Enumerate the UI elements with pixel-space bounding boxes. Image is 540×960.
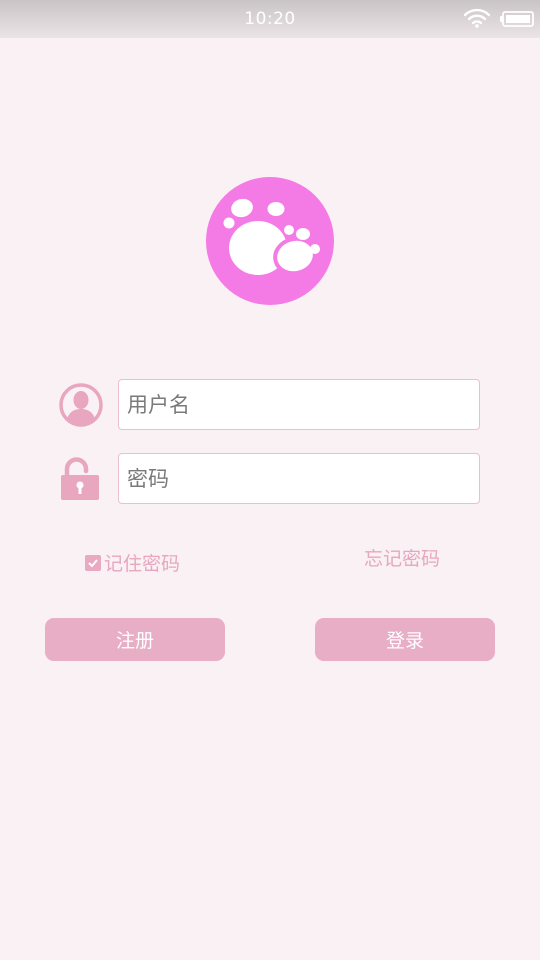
user-avatar-icon <box>59 383 103 427</box>
username-input[interactable] <box>118 379 480 430</box>
status-bar: 10:20 <box>0 0 540 38</box>
forgot-password-link[interactable]: 忘记密码 <box>364 544 440 571</box>
checkmark-icon <box>88 558 98 567</box>
battery-icon <box>500 11 534 27</box>
remember-password-checkbox[interactable]: 记住密码 <box>85 549 180 576</box>
checkbox[interactable] <box>85 554 101 571</box>
paw-print-icon <box>206 177 334 305</box>
password-input[interactable] <box>118 453 480 504</box>
register-button[interactable]: 注册 <box>45 618 225 661</box>
status-time: 10:20 <box>244 9 296 29</box>
wifi-icon <box>464 8 490 28</box>
remember-password-label: 记住密码 <box>104 553 181 575</box>
login-button[interactable]: 登录 <box>315 618 495 661</box>
unlocked-padlock-icon <box>61 457 99 500</box>
